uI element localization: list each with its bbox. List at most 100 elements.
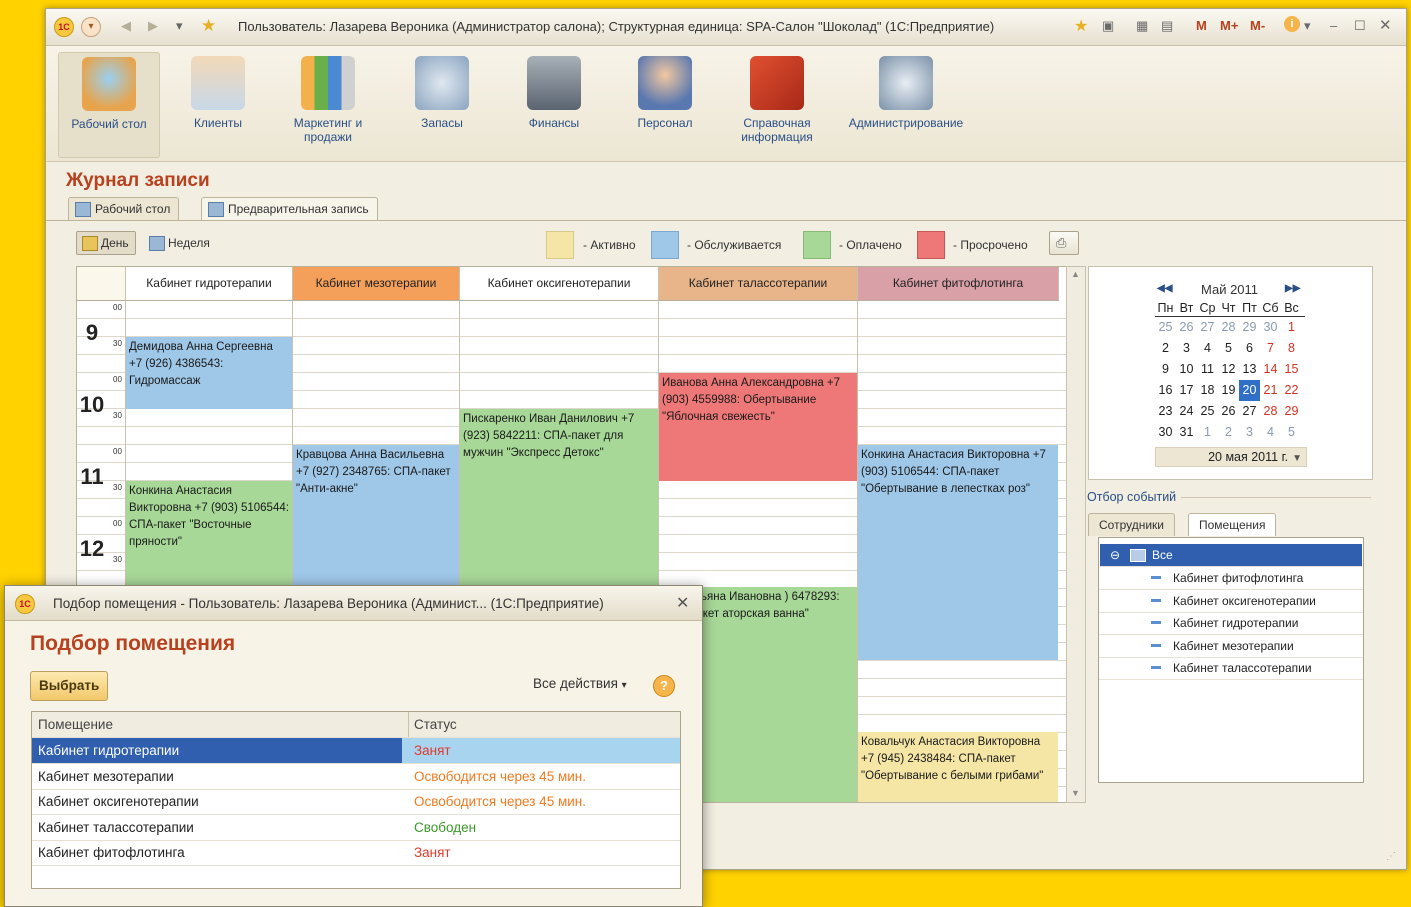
calendar-day[interactable]: 25 [1197, 401, 1218, 422]
event-card[interactable]: Ковальчук Анастасия Викторовна +7 (945) … [858, 732, 1058, 802]
calendar-day[interactable]: 10 [1176, 359, 1197, 380]
calendar-day[interactable]: 18 [1197, 380, 1218, 401]
table-row[interactable]: Кабинет фитофлотинга Занят [32, 840, 680, 866]
history-dropdown-icon[interactable]: ▾ [176, 18, 183, 34]
event-card[interactable]: Иванова Анна Александровна +7 (903) 4559… [659, 373, 857, 481]
menu-dropdown-icon[interactable]: ▾ [81, 17, 101, 37]
tab-rooms[interactable]: Помещения [1188, 513, 1277, 536]
column-header[interactable]: Статус [414, 712, 457, 737]
calendar-day[interactable]: 17 [1176, 380, 1197, 401]
calendar-day[interactable]: 29 [1239, 317, 1260, 338]
table-row[interactable]: Кабинет мезотерапии Освободится через 45 … [32, 764, 680, 790]
calendar-day[interactable]: 27 [1239, 401, 1260, 422]
section-admin[interactable]: Администрирование [841, 52, 971, 156]
calendar-day[interactable]: 28 [1218, 317, 1239, 338]
next-month-icon[interactable]: ▶▶ [1285, 283, 1300, 294]
memory-mminus-button[interactable]: M- [1250, 18, 1265, 33]
calendar-day[interactable]: 4 [1197, 338, 1218, 359]
calendar-date-field[interactable]: 20 мая 2011 г. ▼ [1155, 447, 1307, 467]
calendar-day[interactable]: 1 [1197, 422, 1218, 443]
calendar-day[interactable]: 1 [1281, 317, 1302, 338]
help-icon[interactable]: ? [653, 675, 675, 697]
calendar-day[interactable]: 29 [1281, 401, 1302, 422]
tab-preregistration[interactable]: Предварительная запись [201, 197, 378, 220]
scroll-up-icon[interactable]: ▲ [1071, 269, 1080, 279]
calendar-day[interactable]: 11 [1197, 359, 1218, 380]
calendar-day[interactable]: 14 [1260, 359, 1281, 380]
section-clients[interactable]: Клиенты [168, 52, 268, 156]
calendar-day[interactable]: 26 [1218, 401, 1239, 422]
tree-item[interactable]: Кабинет оксигенотерапии [1099, 590, 1363, 613]
tab-employees[interactable]: Сотрудники [1088, 513, 1175, 536]
event-card[interactable]: Конкина Анастасия Викторовна +7 (903) 51… [858, 445, 1058, 660]
calendar-day[interactable]: 15 [1281, 359, 1302, 380]
calendar-day[interactable]: 8 [1281, 338, 1302, 359]
forward-arrow-icon[interactable]: ▶ [148, 18, 158, 34]
calendar-day[interactable]: 4 [1260, 422, 1281, 443]
section-stock[interactable]: Запасы [392, 52, 492, 156]
calendar-icon[interactable]: ▤ [1161, 18, 1173, 34]
column-header[interactable]: Кабинет гидротерапии [126, 267, 293, 301]
calendar-day[interactable]: 26 [1176, 317, 1197, 338]
column-header[interactable]: Кабинет фитофлотинга [858, 267, 1059, 301]
section-finance[interactable]: Финансы [504, 52, 604, 156]
column-header[interactable]: Помещение [38, 712, 113, 737]
date-dropdown-icon[interactable]: ▼ [1292, 453, 1302, 464]
schedule-scrollbar[interactable]: ▲ ▼ [1066, 266, 1086, 803]
calendar-day[interactable]: 5 [1281, 422, 1302, 443]
calendar-day[interactable]: 27 [1197, 317, 1218, 338]
calendar-day[interactable]: 31 [1176, 422, 1197, 443]
table-row[interactable]: Кабинет оксигенотерапии Освободится через… [32, 789, 680, 815]
print-button[interactable]: ⎙ [1049, 231, 1079, 255]
calendar-day[interactable]: 22 [1281, 380, 1302, 401]
resize-grip-icon[interactable]: ⋰ [1386, 851, 1396, 862]
table-row[interactable]: Кабинет талассотерапии Свободен [32, 815, 680, 841]
section-marketing[interactable]: Маркетинг и продажи [278, 52, 378, 156]
tree-root-all[interactable]: ⊖ Все [1100, 544, 1362, 567]
memory-mplus-button[interactable]: M+ [1220, 18, 1238, 33]
column-header[interactable]: Кабинет талассотерапии [659, 267, 858, 301]
calendar-day[interactable]: 13 [1239, 359, 1260, 380]
memory-m-button[interactable]: M [1196, 18, 1207, 33]
section-desktop[interactable]: Рабочий стол [58, 52, 160, 158]
calendar-day[interactable]: 24 [1176, 401, 1197, 422]
info-dropdown-icon[interactable]: ▾ [1304, 18, 1311, 34]
app-logo-icon[interactable]: 1С [54, 17, 74, 37]
tab-desktop[interactable]: Рабочий стол [68, 197, 180, 220]
back-arrow-icon[interactable]: ◀ [121, 18, 131, 34]
week-view-button[interactable]: Неделя [143, 231, 217, 255]
favorites-star-icon[interactable]: ★ [201, 16, 216, 36]
calendar-day[interactable]: 25 [1155, 317, 1176, 338]
event-card[interactable]: Демидова Анна Сергеевна +7 (926) 4386543… [126, 337, 292, 409]
calendar-day[interactable]: 30 [1155, 422, 1176, 443]
link-icon[interactable]: ▣ [1102, 18, 1114, 34]
select-button[interactable]: Выбрать [30, 671, 109, 701]
calendar-day[interactable]: 30 [1260, 317, 1281, 338]
calendar-day[interactable]: 28 [1260, 401, 1281, 422]
calendar-day[interactable]: 21 [1260, 380, 1281, 401]
section-reference[interactable]: Справочная информация [727, 52, 827, 156]
info-icon[interactable]: i [1284, 16, 1300, 32]
all-actions-menu[interactable]: Все действия ▾ [533, 676, 627, 691]
calendar-day[interactable]: 20 [1239, 380, 1260, 401]
calendar-day[interactable]: 16 [1155, 380, 1176, 401]
collapse-icon[interactable]: ⊖ [1110, 544, 1120, 566]
calendar-day[interactable]: 5 [1218, 338, 1239, 359]
column-header[interactable]: Кабинет мезотерапии [293, 267, 460, 301]
calendar-day[interactable]: 9 [1155, 359, 1176, 380]
calendar-day[interactable]: 23 [1155, 401, 1176, 422]
bookmark-star-icon[interactable]: ★ [1074, 16, 1088, 36]
tree-item[interactable]: Кабинет фитофлотинга [1099, 567, 1363, 590]
calendar-day[interactable]: 2 [1155, 338, 1176, 359]
dialog-close-icon[interactable]: ✕ [676, 593, 689, 613]
calendar-day[interactable]: 7 [1260, 338, 1281, 359]
scroll-down-icon[interactable]: ▼ [1071, 788, 1080, 798]
tree-item[interactable]: Кабинет гидротерапии [1099, 612, 1363, 635]
minimize-icon[interactable]: – [1330, 18, 1337, 33]
day-view-button[interactable]: День [76, 231, 136, 255]
calendar-day[interactable]: 3 [1176, 338, 1197, 359]
section-staff[interactable]: Персонал [615, 52, 715, 156]
calendar-day[interactable]: 19 [1218, 380, 1239, 401]
prev-month-icon[interactable]: ◀◀ [1157, 283, 1172, 294]
tree-item[interactable]: Кабинет мезотерапии [1099, 635, 1363, 658]
